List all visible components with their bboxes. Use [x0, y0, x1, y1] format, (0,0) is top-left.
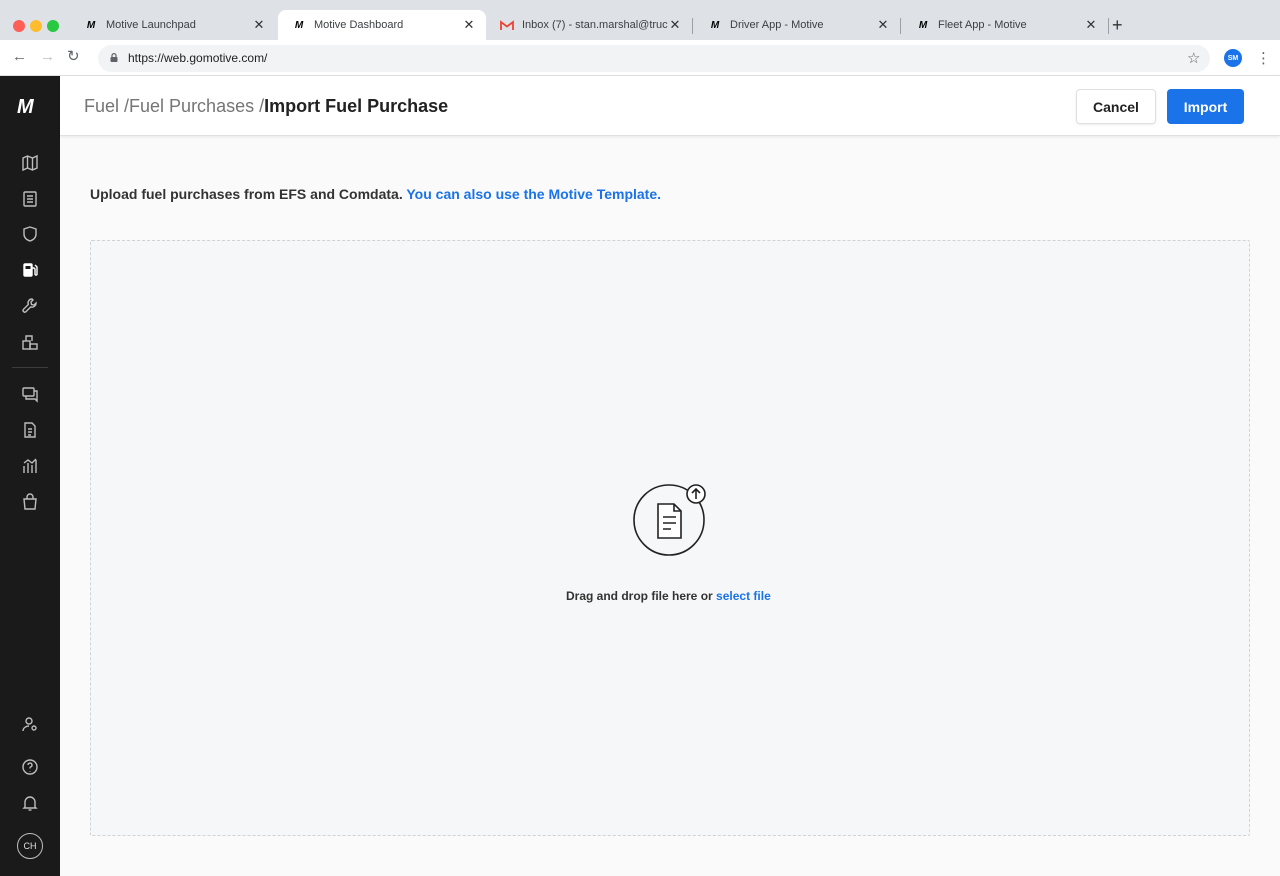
motive-template-link[interactable]: You can also use the Motive Template.: [406, 186, 661, 202]
motive-logo-icon: M: [86, 19, 96, 31]
new-tab-icon[interactable]: +: [1112, 15, 1123, 36]
browser-tab[interactable]: M Fleet App - Motive ✕: [902, 10, 1108, 40]
tab-close-icon[interactable]: ✕: [1084, 17, 1098, 33]
import-button[interactable]: Import: [1167, 89, 1244, 124]
sidebar: M CH: [0, 76, 60, 876]
documents-icon[interactable]: [20, 420, 40, 440]
motive-logo[interactable]: M: [17, 96, 34, 119]
window-minimize-button[interactable]: [30, 20, 42, 32]
page-header: Fuel /Fuel Purchases /Import Fuel Purcha…: [60, 76, 1280, 136]
window-maximize-button[interactable]: [47, 20, 59, 32]
motive-logo-icon: M: [710, 19, 720, 31]
user-settings-icon[interactable]: [20, 714, 40, 734]
browser-tab[interactable]: M Motive Launchpad ✕: [70, 10, 276, 40]
marketplace-bag-icon[interactable]: [20, 492, 40, 512]
logs-icon[interactable]: [20, 189, 40, 209]
cancel-button[interactable]: Cancel: [1076, 89, 1156, 124]
fuel-pump-icon[interactable]: [20, 260, 40, 280]
assets-icon[interactable]: [20, 332, 40, 352]
safety-shield-icon[interactable]: [20, 224, 40, 244]
profile-avatar[interactable]: SM: [1224, 49, 1242, 67]
browser-tab-active[interactable]: M Motive Dashboard ✕: [278, 10, 486, 40]
url-text[interactable]: https://web.gomotive.com/: [128, 51, 267, 65]
upload-instructions: Upload fuel purchases from EFS and Comda…: [90, 186, 662, 202]
browser-menu-icon[interactable]: ⋮: [1256, 49, 1271, 67]
tab-close-icon[interactable]: ✕: [252, 17, 266, 33]
back-arrow-icon[interactable]: ←: [12, 48, 27, 65]
tab-close-icon[interactable]: ✕: [462, 17, 476, 33]
notifications-bell-icon[interactable]: [20, 793, 40, 813]
browser-tab[interactable]: M Driver App - Motive ✕: [694, 10, 900, 40]
breadcrumb-fuel-purchases[interactable]: Fuel Purchases /: [129, 96, 264, 116]
motive-logo-icon: M: [918, 19, 928, 31]
page-title: Import Fuel Purchase: [264, 96, 449, 116]
breadcrumb-fuel[interactable]: Fuel /: [84, 96, 129, 116]
reload-icon[interactable]: ↻: [67, 47, 80, 65]
gmail-icon: [500, 18, 514, 32]
upload-file-icon: [633, 484, 706, 556]
breadcrumb: Fuel /Fuel Purchases /Import Fuel Purcha…: [84, 96, 448, 117]
window-close-button[interactable]: [13, 20, 25, 32]
bookmark-star-icon[interactable]: ☆: [1187, 49, 1200, 67]
sidebar-divider: [12, 367, 48, 368]
drop-instructions: Drag and drop file here or select file: [566, 589, 771, 603]
maintenance-wrench-icon[interactable]: [20, 296, 40, 316]
map-icon[interactable]: [20, 153, 40, 173]
select-file-link[interactable]: select file: [716, 589, 771, 603]
forward-arrow-icon[interactable]: →: [40, 48, 55, 65]
motive-logo-icon: M: [294, 19, 304, 31]
help-icon[interactable]: [20, 757, 40, 777]
messages-icon[interactable]: [20, 384, 40, 404]
browser-tab-bar: M Motive Launchpad ✕ M Motive Dashboard …: [0, 0, 1280, 40]
tab-close-icon[interactable]: ✕: [668, 17, 682, 33]
lock-icon: [110, 53, 118, 62]
reports-icon[interactable]: [20, 456, 40, 476]
browser-tab[interactable]: Inbox (7) - stan.marshal@trucki ✕: [486, 10, 692, 40]
tab-close-icon[interactable]: ✕: [876, 17, 890, 33]
user-avatar[interactable]: CH: [17, 833, 43, 859]
